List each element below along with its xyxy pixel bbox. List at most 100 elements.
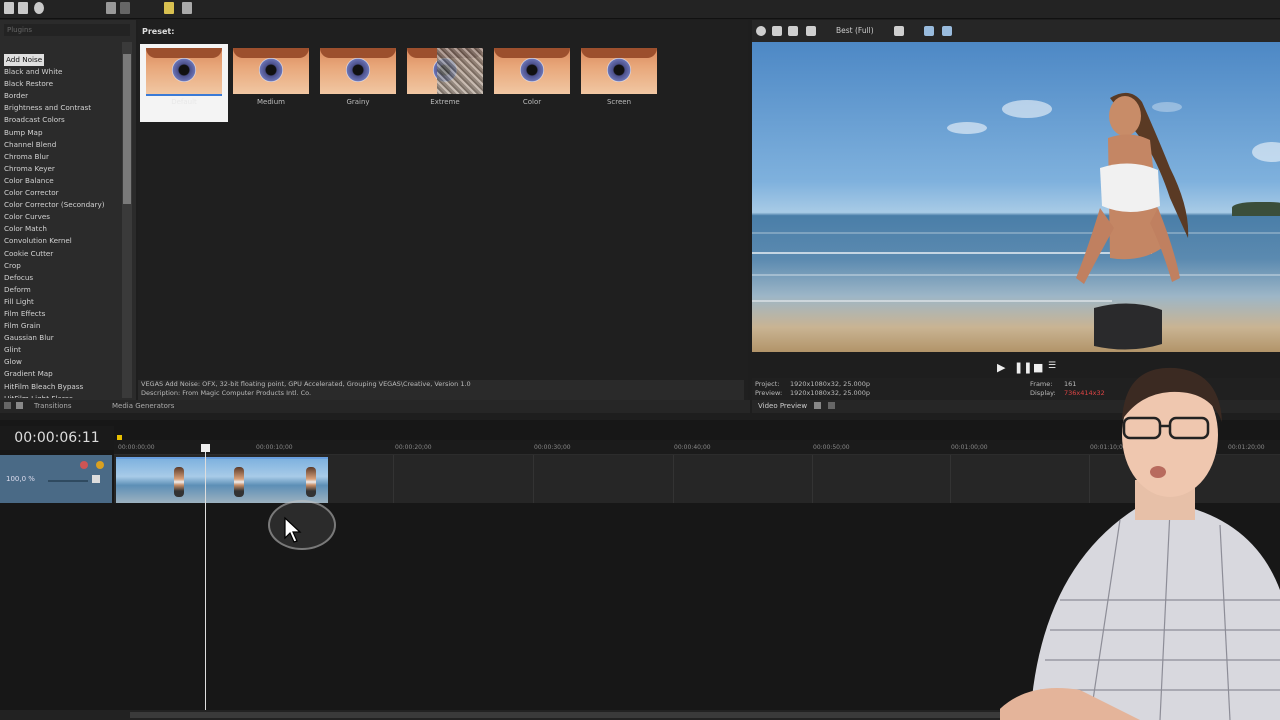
timecode-display: 00:00:06:11: [0, 426, 114, 450]
video-fx-icon[interactable]: [788, 26, 798, 36]
split-screen-icon[interactable]: [806, 26, 816, 36]
level-slider[interactable]: [48, 480, 88, 482]
fx-list-item-label: Chroma Blur: [4, 151, 49, 161]
fx-list-item[interactable]: Glint: [4, 344, 122, 356]
playhead-handle[interactable]: [201, 444, 210, 452]
selection-bar: [146, 94, 222, 96]
tab-menu-icon[interactable]: [16, 402, 23, 409]
fx-list-item[interactable]: Gaussian Blur: [4, 332, 122, 344]
fx-list-item[interactable]: Cookie Cutter: [4, 248, 122, 260]
fx-list-item[interactable]: Chroma Keyer: [4, 163, 122, 175]
preview-settings-icon[interactable]: [756, 26, 766, 36]
preset-thumbnail: [146, 48, 222, 94]
fx-list-item[interactable]: Color Match: [4, 223, 122, 235]
preset-thumbnail: [320, 48, 396, 94]
preset-label: Grainy: [346, 98, 370, 106]
tab-transitions[interactable]: Transitions: [34, 402, 72, 410]
close-icon[interactable]: [828, 402, 835, 409]
save-snapshot-icon[interactable]: [942, 26, 952, 36]
solo-icon[interactable]: [96, 461, 104, 469]
video-clip[interactable]: [116, 457, 328, 503]
description-line-2: Description: From Magic Computer Product…: [141, 389, 312, 397]
mute-icon[interactable]: [80, 461, 88, 469]
fx-list-item[interactable]: Channel Blend: [4, 139, 122, 151]
project-properties-icon[interactable]: [772, 26, 782, 36]
level-slider-knob[interactable]: [92, 475, 100, 483]
fx-list-item[interactable]: Black Restore: [4, 78, 122, 90]
fx-list-item[interactable]: Brightness and Contrast: [4, 102, 122, 114]
ruler-label: 00:01:00;00: [951, 444, 988, 451]
preset-item[interactable]: Grainy: [314, 44, 402, 122]
fx-list-item[interactable]: Black and White: [4, 66, 122, 78]
fx-list: Add Noise Black and White Black Restore Bor…: [4, 54, 122, 398]
undo-icon[interactable]: [106, 2, 116, 14]
fx-list-item[interactable]: Bump Map: [4, 127, 122, 139]
fx-search-input[interactable]: Plugins: [4, 24, 130, 36]
fx-list-item-label: Border: [4, 91, 29, 101]
fx-list-item[interactable]: HitFilm Bleach Bypass: [4, 381, 122, 393]
overlays-icon[interactable]: [894, 26, 904, 36]
fx-list-item-label: Gradient Map: [4, 369, 53, 379]
fx-list-item-label: Black and White: [4, 67, 63, 77]
fx-list-item-label: HitFilm Light Flares: [4, 394, 73, 398]
close-icon[interactable]: [4, 402, 11, 409]
redo-icon[interactable]: [120, 2, 130, 14]
scrollbar-thumb[interactable]: [123, 54, 131, 204]
project-value: 1920x1080x32, 25.000p: [790, 380, 871, 388]
description-line-1: VEGAS Add Noise: OFX, 32-bit floating po…: [141, 380, 471, 388]
fx-list-item[interactable]: Defocus: [4, 272, 122, 284]
ruler-label: 00:00:20;00: [395, 444, 432, 451]
preset-item[interactable]: Screen: [575, 44, 663, 122]
tab-video-preview[interactable]: Video Preview: [758, 402, 807, 410]
scrollbar-thumb[interactable]: [130, 712, 1030, 718]
video-track-header[interactable]: 100,0 %: [0, 455, 112, 503]
video-preview-image: [752, 42, 1280, 352]
fx-list-item-label: Channel Blend: [4, 139, 57, 149]
new-file-icon[interactable]: [4, 2, 14, 14]
fx-list-item[interactable]: Broadcast Colors: [4, 114, 122, 126]
docked-tab-strip: Transitions Media Generators: [0, 400, 750, 413]
fx-list-item-label: Color Match: [4, 224, 47, 234]
fx-list-item-label: Crop: [4, 260, 21, 270]
ruler-label: 00:00:40;00: [674, 444, 711, 451]
fx-list-item-label: Broadcast Colors: [4, 115, 65, 125]
open-icon[interactable]: [18, 2, 28, 14]
fx-list-item[interactable]: Deform: [4, 284, 122, 296]
fx-list-item[interactable]: Fill Light: [4, 296, 122, 308]
fx-list-item-label: Color Corrector (Secondary): [4, 200, 105, 210]
fx-list-item[interactable]: Glow: [4, 356, 122, 368]
fx-list-item[interactable]: Color Balance: [4, 175, 122, 187]
preset-item[interactable]: Color: [488, 44, 576, 122]
fx-list-item[interactable]: Add Noise: [4, 54, 122, 67]
tab-media-generators[interactable]: Media Generators: [112, 402, 174, 410]
project-label: Project:: [755, 380, 780, 388]
lock-icon[interactable]: [182, 2, 192, 14]
fx-list-item[interactable]: Border: [4, 90, 122, 102]
fx-list-item[interactable]: Crop: [4, 260, 122, 272]
fx-list-item-label: Glint: [4, 345, 21, 355]
preset-item[interactable]: Default: [140, 44, 228, 122]
fx-list-item[interactable]: Color Corrector: [4, 187, 122, 199]
fx-list-item[interactable]: Gradient Map: [4, 368, 122, 380]
fx-list-item[interactable]: HitFilm Light Flares: [4, 393, 122, 398]
playhead[interactable]: [205, 444, 206, 710]
preset-item[interactable]: Extreme: [401, 44, 489, 122]
copy-snapshot-icon[interactable]: [924, 26, 934, 36]
fx-list-item-label: Cookie Cutter: [4, 248, 54, 258]
preview-quality-dropdown[interactable]: Best (Full): [836, 26, 874, 35]
preset-item[interactable]: Medium: [227, 44, 315, 122]
fx-list-item[interactable]: Film Effects: [4, 308, 122, 320]
fx-list-item-label: Film Effects: [4, 308, 46, 318]
fx-list-item[interactable]: Chroma Blur: [4, 151, 122, 163]
tab-menu-icon[interactable]: [814, 402, 821, 409]
fx-list-scrollbar[interactable]: [122, 42, 132, 398]
fx-list-item[interactable]: Color Corrector (Secondary): [4, 199, 122, 211]
fx-list-item[interactable]: Film Grain: [4, 320, 122, 332]
snap-icon[interactable]: [164, 2, 174, 14]
fx-list-item-label: Deform: [4, 284, 31, 294]
ruler-label: 00:00:30;00: [534, 444, 571, 451]
fx-list-item[interactable]: Convolution Kernel: [4, 235, 122, 247]
settings-icon[interactable]: [34, 2, 44, 14]
fx-list-item-label: Film Grain: [4, 321, 41, 331]
fx-list-item[interactable]: Color Curves: [4, 211, 122, 223]
